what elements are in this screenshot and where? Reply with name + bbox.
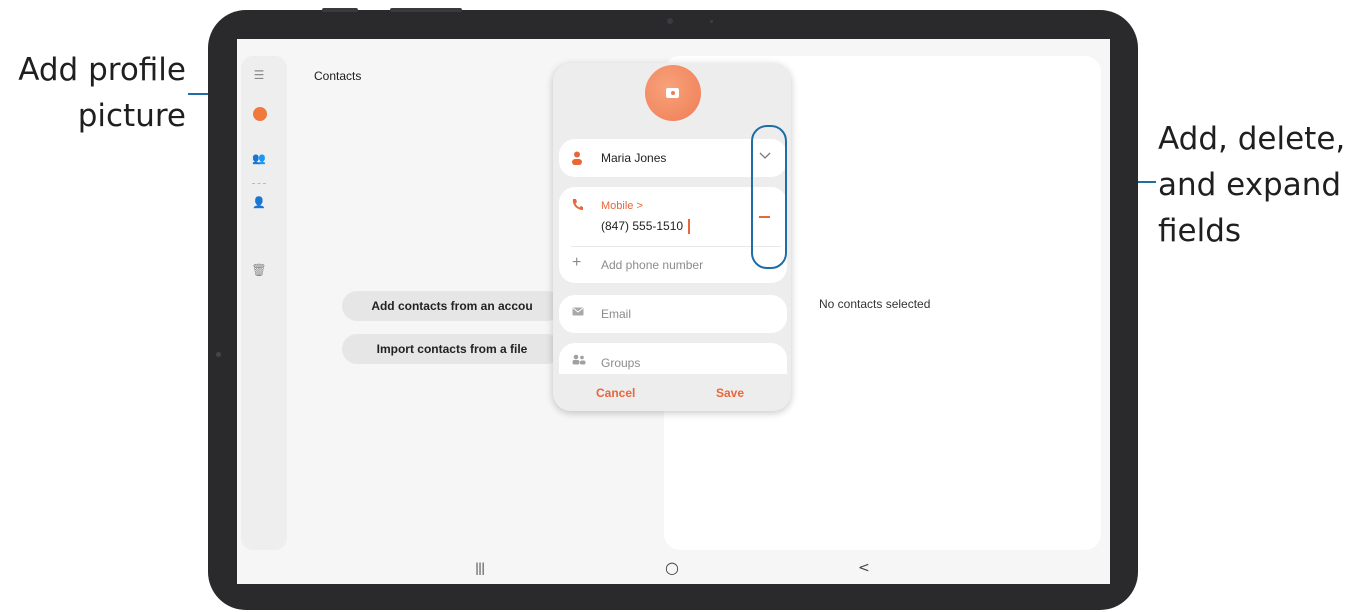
power-button	[390, 8, 462, 12]
add-icon[interactable]: +	[572, 254, 581, 272]
callout-text: Add profile	[18, 52, 186, 88]
callout-text: fields	[1158, 213, 1242, 249]
back-button[interactable]: <	[858, 560, 870, 576]
page-title: Contacts	[314, 69, 362, 83]
email-placeholder: Email	[601, 307, 632, 321]
cancel-button[interactable]: Cancel	[596, 386, 635, 400]
account-icon[interactable]	[253, 107, 267, 121]
sidebar-divider	[252, 183, 266, 184]
callout-text: Add, delete,	[1158, 121, 1346, 157]
save-button[interactable]: Save	[716, 386, 744, 400]
email-field[interactable]	[559, 295, 787, 333]
callout-fields: Add, delete, and expand fields	[1158, 116, 1358, 254]
divider	[571, 246, 781, 247]
sensor	[710, 20, 713, 23]
volume-button	[322, 8, 358, 12]
sidebar	[241, 56, 287, 550]
fields-highlight-ring	[751, 125, 787, 269]
import-contacts-from-file-button[interactable]: Import contacts from a file	[342, 334, 562, 364]
name-value: Maria Jones	[601, 151, 667, 165]
groups-placeholder: Groups	[601, 356, 641, 370]
add-phone-number-field[interactable]: Add phone number	[601, 258, 703, 272]
callout-text: picture	[77, 98, 186, 134]
phone-icon	[572, 199, 583, 210]
callout-text: and expand	[1158, 167, 1342, 203]
front-camera	[667, 18, 673, 24]
text-cursor	[688, 219, 690, 234]
dialog-actions-bar	[553, 374, 791, 411]
menu-icon[interactable]: ☰	[250, 66, 268, 84]
camera-lens	[671, 91, 675, 95]
side-dot	[216, 352, 221, 357]
phone-number-field[interactable]: (847) 555-1510	[601, 219, 683, 233]
callout-add-profile-picture: Add profile picture	[0, 47, 186, 139]
person-icon	[572, 151, 582, 165]
trash-icon[interactable]: 🗑	[250, 261, 268, 279]
no-contacts-message: No contacts selected	[819, 297, 931, 311]
groups-icon	[572, 354, 586, 365]
manage-contacts-icon[interactable]: 👤	[250, 194, 268, 212]
add-contacts-from-account-button[interactable]: Add contacts from an accou	[342, 291, 562, 321]
recents-button[interactable]: |||	[475, 561, 485, 575]
email-icon	[572, 307, 584, 316]
phone-type-label[interactable]: Mobile >	[601, 200, 643, 212]
groups-icon[interactable]: 👥	[250, 150, 268, 168]
home-button[interactable]: ○	[665, 558, 679, 577]
